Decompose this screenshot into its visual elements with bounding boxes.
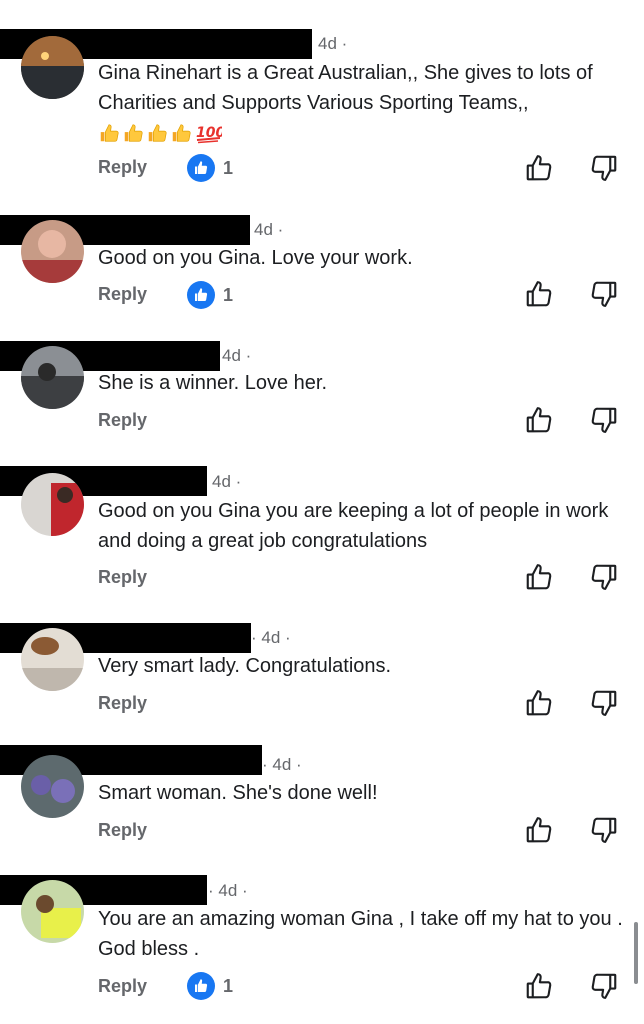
- thumbs-up-icon[interactable]: [524, 405, 554, 435]
- comment-text: She is a winner. Love her.: [98, 372, 328, 394]
- avatar[interactable]: [21, 755, 84, 818]
- reply-button[interactable]: Reply: [98, 976, 147, 997]
- like-summary[interactable]: 1: [187, 281, 233, 309]
- avatar[interactable]: [21, 628, 84, 691]
- avatar[interactable]: [21, 346, 84, 409]
- thumbs-up-icon[interactable]: [524, 153, 554, 183]
- comment-text: Very smart lady. Congratulations.: [98, 655, 392, 677]
- like-count: 1: [223, 157, 234, 178]
- like-badge-icon: [187, 281, 215, 309]
- thumbs-down-icon[interactable]: [589, 279, 619, 309]
- thumbs-up-icon[interactable]: [524, 815, 554, 845]
- like-count: 1: [223, 284, 234, 305]
- hundred-points-emoji: [194, 120, 222, 144]
- thumbs-down-icon[interactable]: [589, 971, 619, 1001]
- thumbs-up-icon[interactable]: [524, 688, 554, 718]
- comment-text: Smart woman. She's done well!: [98, 782, 378, 804]
- like-count: 1: [223, 975, 234, 996]
- thumbs-down-icon[interactable]: [589, 405, 619, 435]
- thumbs-up-icon[interactable]: [524, 279, 554, 309]
- thumbs-up-emoji: [98, 122, 120, 144]
- reply-button[interactable]: Reply: [98, 410, 147, 431]
- thumbs-down-icon[interactable]: [589, 815, 619, 845]
- like-badge-icon: [187, 154, 215, 182]
- reply-button[interactable]: Reply: [98, 567, 147, 588]
- avatar[interactable]: [21, 220, 84, 283]
- comment-timestamp: 4d ·: [212, 472, 242, 491]
- like-badge-icon: [187, 972, 215, 1000]
- thumbs-down-icon[interactable]: [589, 688, 619, 718]
- thumbs-down-icon[interactable]: [589, 562, 619, 592]
- comment-text: Good on you Gina you are keeping a lot o…: [98, 500, 609, 552]
- reply-button[interactable]: Reply: [98, 284, 147, 305]
- reply-button[interactable]: Reply: [98, 157, 147, 178]
- thumbs-up-emoji: [122, 122, 144, 144]
- thumbs-down-icon[interactable]: [589, 153, 619, 183]
- reply-button[interactable]: Reply: [98, 693, 147, 714]
- avatar[interactable]: [21, 473, 84, 536]
- thumbs-up-icon[interactable]: [524, 562, 554, 592]
- comment-timestamp: 4d ·: [254, 220, 284, 239]
- comment-timestamp: · 4d ·: [251, 628, 291, 647]
- comment-timestamp: · 4d ·: [208, 881, 248, 900]
- comment-timestamp: 4d ·: [318, 34, 348, 53]
- avatar[interactable]: [21, 880, 84, 943]
- comment-timestamp: · 4d ·: [262, 755, 302, 774]
- reply-button[interactable]: Reply: [98, 820, 147, 841]
- comment-timestamp: 4d ·: [222, 346, 252, 365]
- thumbs-up-emoji: [146, 122, 168, 144]
- thumbs-up-emoji: [170, 122, 192, 144]
- thumbs-up-icon[interactable]: [524, 971, 554, 1001]
- like-summary[interactable]: 1: [187, 154, 233, 182]
- comment-text: Gina Rinehart is a Great Australian,, Sh…: [98, 62, 593, 114]
- avatar[interactable]: [21, 36, 84, 99]
- like-summary[interactable]: 1: [187, 972, 233, 1000]
- scrollbar-thumb[interactable]: [634, 922, 638, 984]
- comment-text: You are an amazing woman Gina , I take o…: [98, 908, 623, 960]
- emoji-reaction: [98, 120, 222, 144]
- comment-text: Good on you Gina. Love your work.: [98, 247, 413, 269]
